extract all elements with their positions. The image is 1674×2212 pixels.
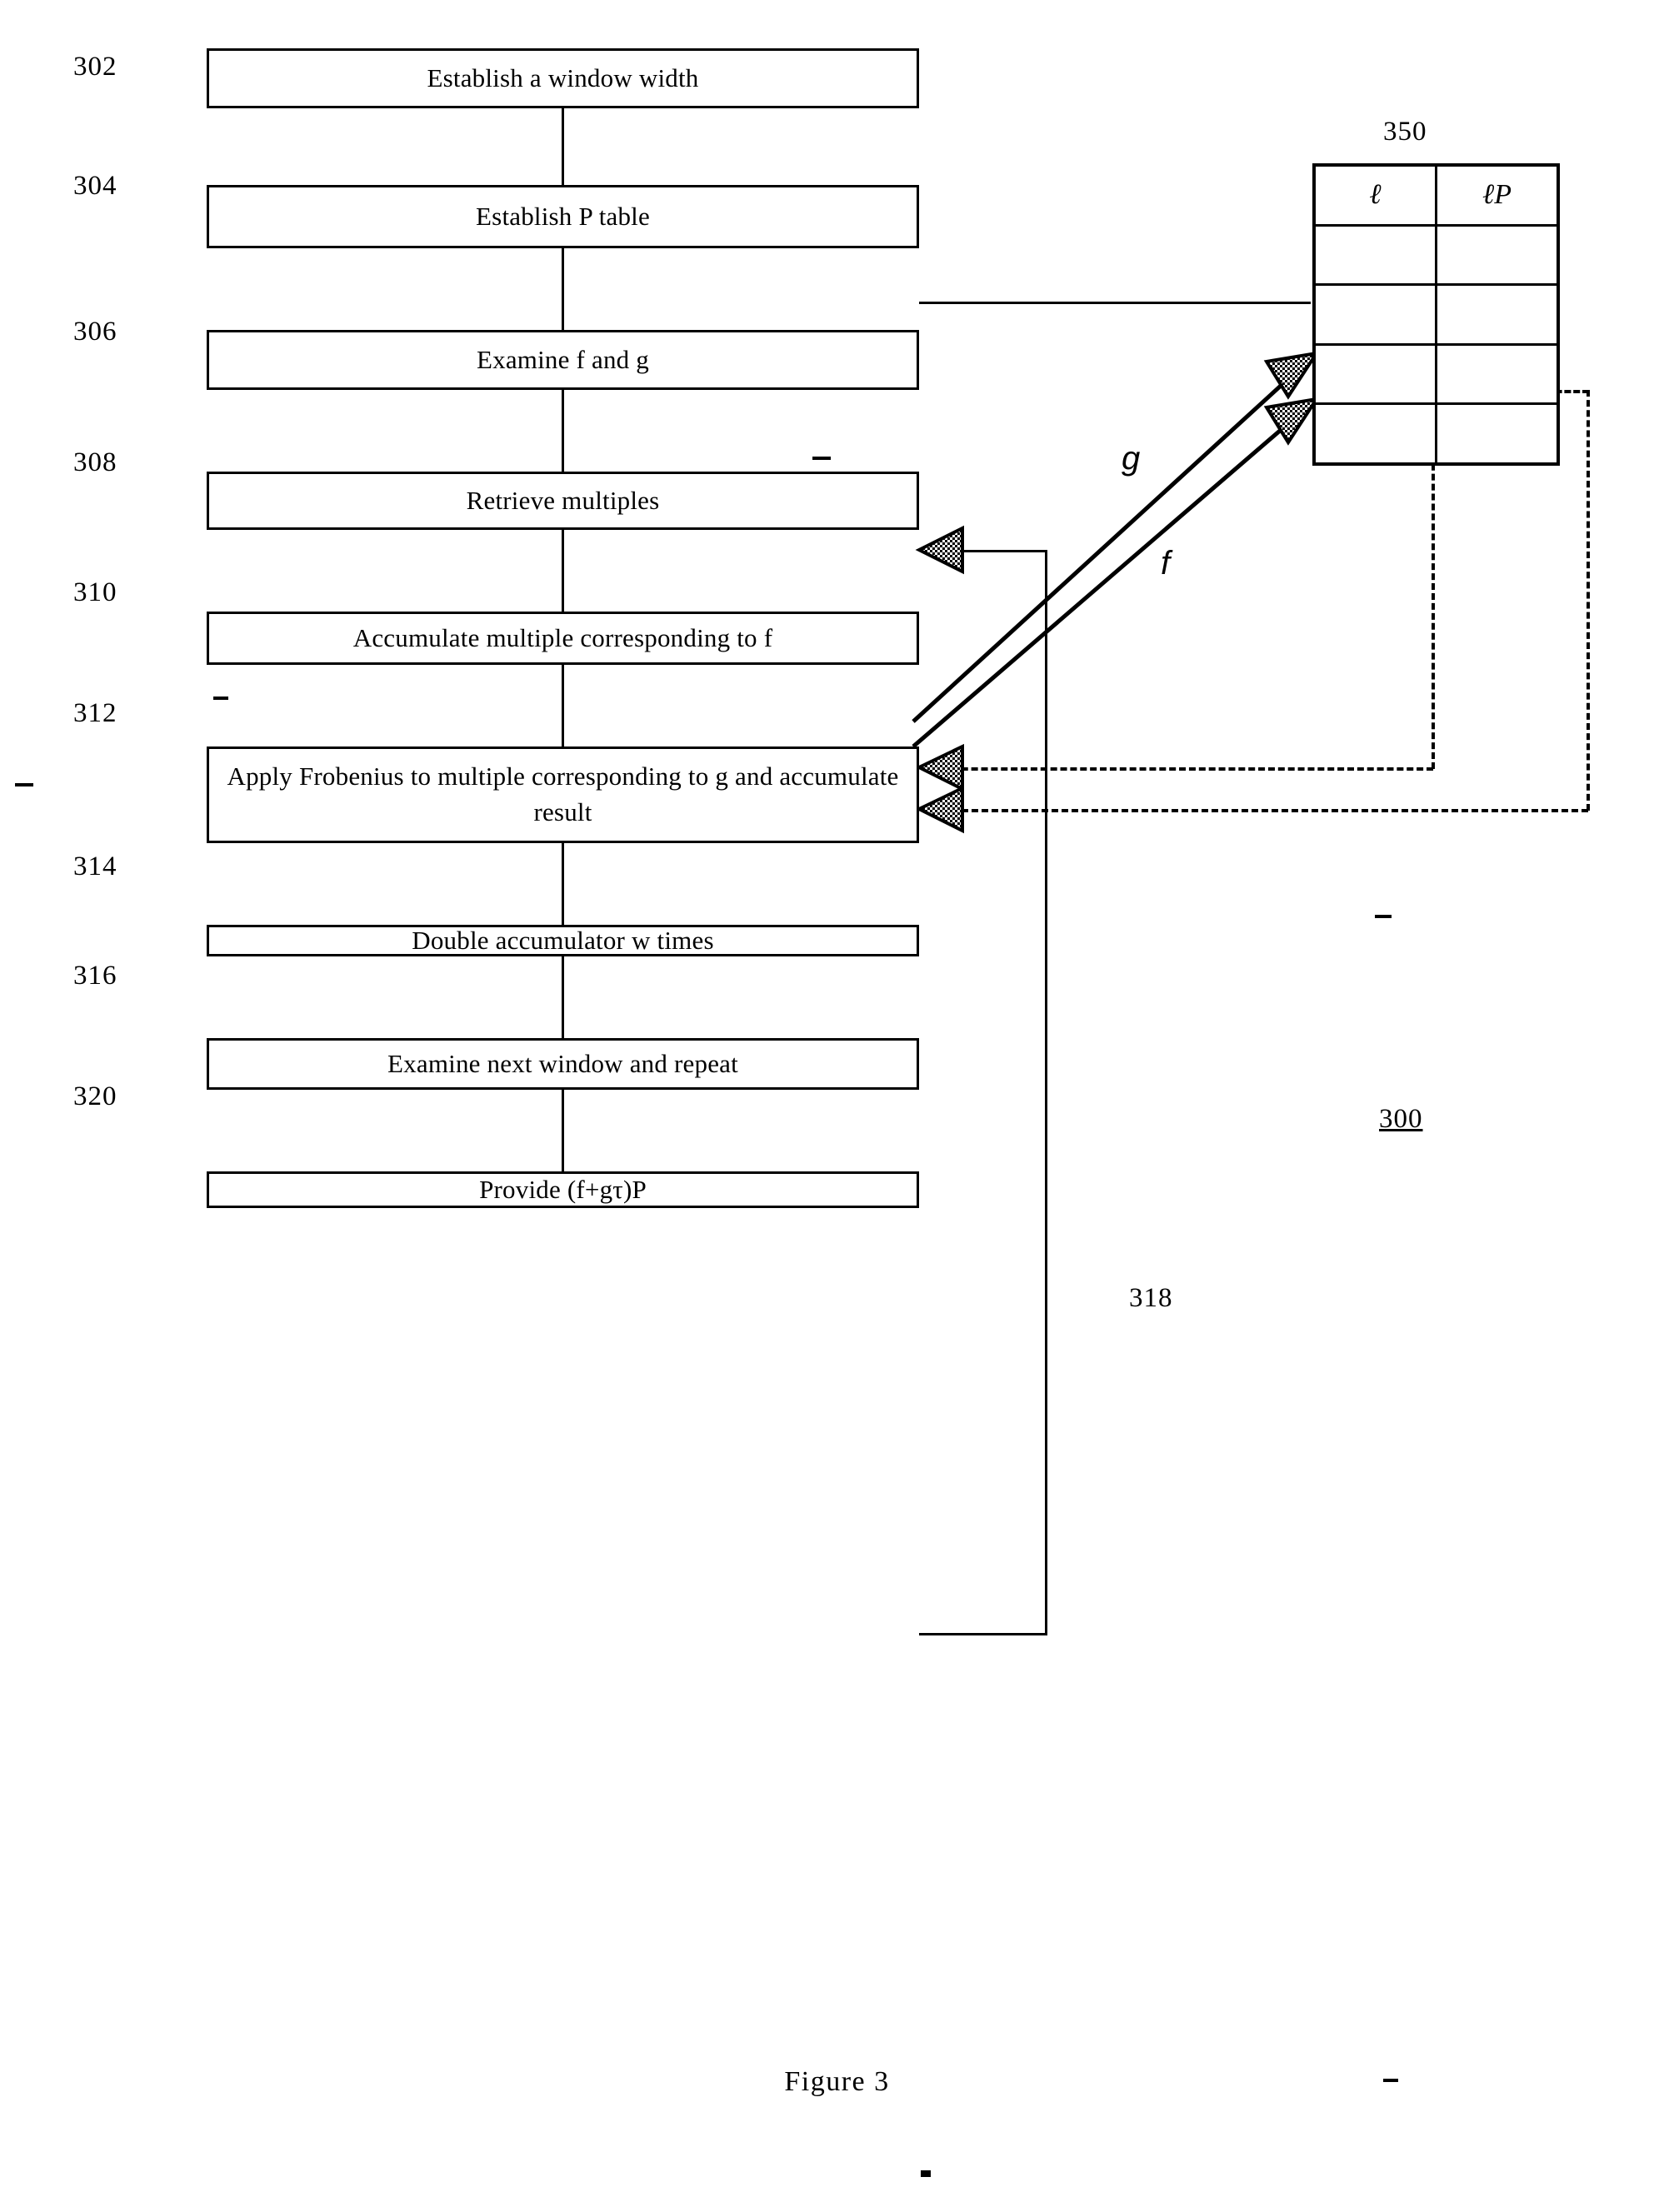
p-table-header-lp: ℓP bbox=[1482, 179, 1512, 211]
p-table[interactable]: ℓ ℓP bbox=[1312, 163, 1560, 466]
ref-numeral-312: 312 bbox=[73, 698, 117, 728]
ref-numeral-316: 316 bbox=[73, 961, 117, 991]
scan-speck bbox=[812, 457, 831, 460]
ref-numeral-310: 310 bbox=[73, 577, 117, 607]
flow-box-314-label: Double accumulator w times bbox=[412, 925, 714, 955]
flow-box-310-label: Accumulate multiple corresponding to f bbox=[352, 622, 773, 652]
p-table-cell[interactable] bbox=[1437, 227, 1557, 284]
connector-302-to-304 bbox=[562, 108, 564, 185]
connector-reference-numeral-318: 318 bbox=[1129, 1283, 1173, 1313]
flow-box-314[interactable]: Double accumulator w times bbox=[207, 925, 919, 956]
arrow-f-shaft bbox=[912, 403, 1312, 748]
p-table-header-l: ℓ bbox=[1316, 167, 1437, 224]
p-table-header-row: ℓ ℓP bbox=[1316, 167, 1557, 227]
connector-304-to-306 bbox=[562, 248, 564, 330]
flow-box-312[interactable]: Apply Frobenius to multiple correspondin… bbox=[207, 746, 919, 843]
ref-numeral-306: 306 bbox=[73, 317, 117, 347]
scan-speck bbox=[213, 697, 228, 700]
ref-numeral-304: 304 bbox=[73, 171, 117, 201]
connector-318-vertical bbox=[1045, 550, 1047, 1635]
p-table-row[interactable] bbox=[1316, 405, 1557, 462]
figure-caption: Figure 3 bbox=[784, 2066, 890, 2097]
connector-306-to-308 bbox=[562, 390, 564, 472]
p-table-cell[interactable] bbox=[1316, 226, 1437, 284]
connector-304-to-ptable bbox=[919, 302, 1311, 304]
flow-box-308[interactable]: Retrieve multiples bbox=[207, 472, 919, 530]
scan-speck bbox=[15, 783, 33, 786]
flow-box-306-label: Examine f and g bbox=[476, 344, 649, 374]
arrowhead-g-into-ptable bbox=[1263, 351, 1321, 400]
dashed-return-upper-vertical bbox=[1432, 414, 1435, 769]
p-table-row[interactable] bbox=[1316, 286, 1557, 346]
connector-312-to-314 bbox=[562, 843, 564, 925]
p-table-cell[interactable] bbox=[1437, 346, 1557, 403]
arrowhead-f-into-ptable bbox=[1263, 397, 1321, 446]
diagram-reference-numeral-300: 300 bbox=[1379, 1104, 1423, 1134]
p-table-cell[interactable] bbox=[1316, 405, 1437, 462]
connector-316-feedback-horizontal bbox=[919, 1633, 1047, 1635]
arrow-label-g: g bbox=[1122, 440, 1141, 477]
p-table-cell[interactable] bbox=[1437, 286, 1557, 343]
ref-numeral-308: 308 bbox=[73, 447, 117, 477]
flow-box-302[interactable]: Establish a window width bbox=[207, 48, 919, 108]
p-table-cell[interactable] bbox=[1316, 286, 1437, 343]
flow-box-306[interactable]: Examine f and g bbox=[207, 330, 919, 390]
flow-box-304-label: Establish P table bbox=[476, 201, 650, 231]
dashed-return-lower-horizontal bbox=[942, 809, 1588, 812]
flow-box-308-label: Retrieve multiples bbox=[466, 485, 660, 515]
p-table-cell[interactable] bbox=[1437, 405, 1557, 462]
flow-box-316-label: Examine next window and repeat bbox=[387, 1048, 738, 1078]
connector-314-to-316 bbox=[562, 956, 564, 1038]
ref-numeral-314: 314 bbox=[73, 851, 117, 881]
scan-speck bbox=[1375, 915, 1392, 918]
p-table-cell[interactable] bbox=[1316, 345, 1437, 403]
dashed-return-upper-horizontal bbox=[942, 767, 1433, 771]
p-table-row[interactable] bbox=[1316, 226, 1557, 287]
arrow-g-shaft bbox=[912, 357, 1312, 723]
patent-figure-page: 302 304 306 308 310 312 314 316 320 Esta… bbox=[0, 0, 1674, 2212]
p-table-row[interactable] bbox=[1316, 345, 1557, 406]
connector-310-to-312 bbox=[562, 665, 564, 746]
flow-box-302-label: Establish a window width bbox=[427, 62, 699, 92]
scan-speck bbox=[921, 2170, 931, 2177]
flow-box-320[interactable]: Provide (f+gτ)P bbox=[207, 1171, 919, 1208]
connector-316-to-320 bbox=[562, 1090, 564, 1171]
flow-box-312-label: Apply Frobenius to multiple correspondin… bbox=[227, 761, 899, 826]
connector-308-to-310 bbox=[562, 530, 564, 612]
flow-box-304[interactable]: Establish P table bbox=[207, 185, 919, 248]
ref-numeral-320: 320 bbox=[73, 1081, 117, 1111]
connector-318-into-306-horizontal bbox=[933, 550, 1047, 552]
dashed-return-lower-vertical bbox=[1587, 390, 1590, 811]
ref-numeral-302: 302 bbox=[73, 52, 117, 82]
ptable-reference-numeral: 350 bbox=[1383, 117, 1427, 147]
scan-speck bbox=[1383, 2079, 1398, 2082]
arrow-label-f: f bbox=[1161, 545, 1171, 582]
flow-box-310[interactable]: Accumulate multiple corresponding to f bbox=[207, 612, 919, 665]
flow-box-320-label: Provide (f+gτ)P bbox=[479, 1174, 647, 1204]
flow-box-316[interactable]: Examine next window and repeat bbox=[207, 1038, 919, 1090]
